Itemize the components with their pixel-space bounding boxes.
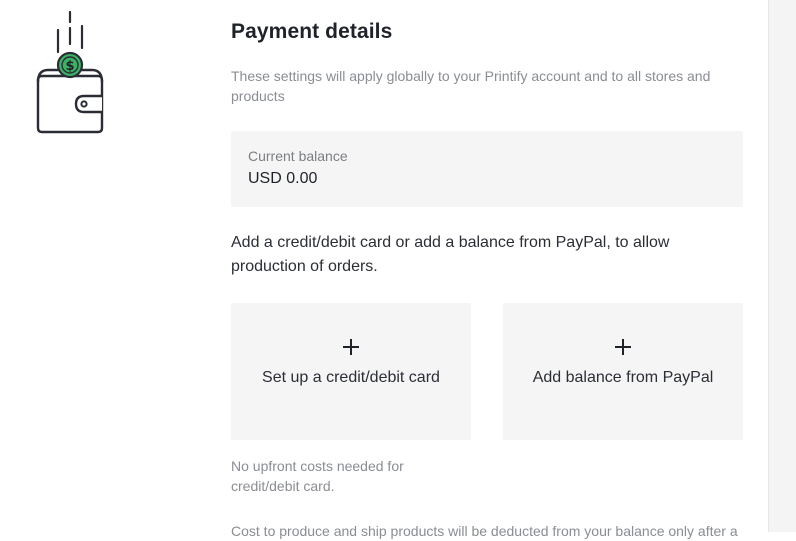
- coin-symbol: $: [65, 59, 74, 74]
- payment-instruction: Add a credit/debit card or add a balance…: [231, 234, 670, 275]
- current-balance-box: Current balance USD 0.00: [231, 131, 743, 207]
- add-paypal-balance-label: Add balance from PayPal: [532, 369, 714, 386]
- add-paypal-balance-button[interactable]: Add balance from PayPal: [503, 303, 743, 440]
- balance-label: Current balance: [248, 148, 348, 164]
- plus-icon: [615, 339, 631, 355]
- page-title: Payment details: [231, 20, 393, 43]
- right-side-panel: [768, 0, 796, 532]
- plus-icon: [343, 339, 359, 355]
- credit-card-note: No upfront costs needed for credit/debit…: [231, 458, 404, 494]
- balance-value: USD 0.00: [248, 170, 318, 187]
- wallet-coin-icon: $: [32, 8, 108, 138]
- balance-footnote: Cost to produce and ship products will b…: [231, 523, 738, 539]
- setup-credit-card-button[interactable]: Set up a credit/debit card: [231, 303, 471, 440]
- setup-credit-card-label: Set up a credit/debit card: [262, 369, 440, 386]
- page-subtitle: These settings will apply globally to yo…: [231, 68, 711, 104]
